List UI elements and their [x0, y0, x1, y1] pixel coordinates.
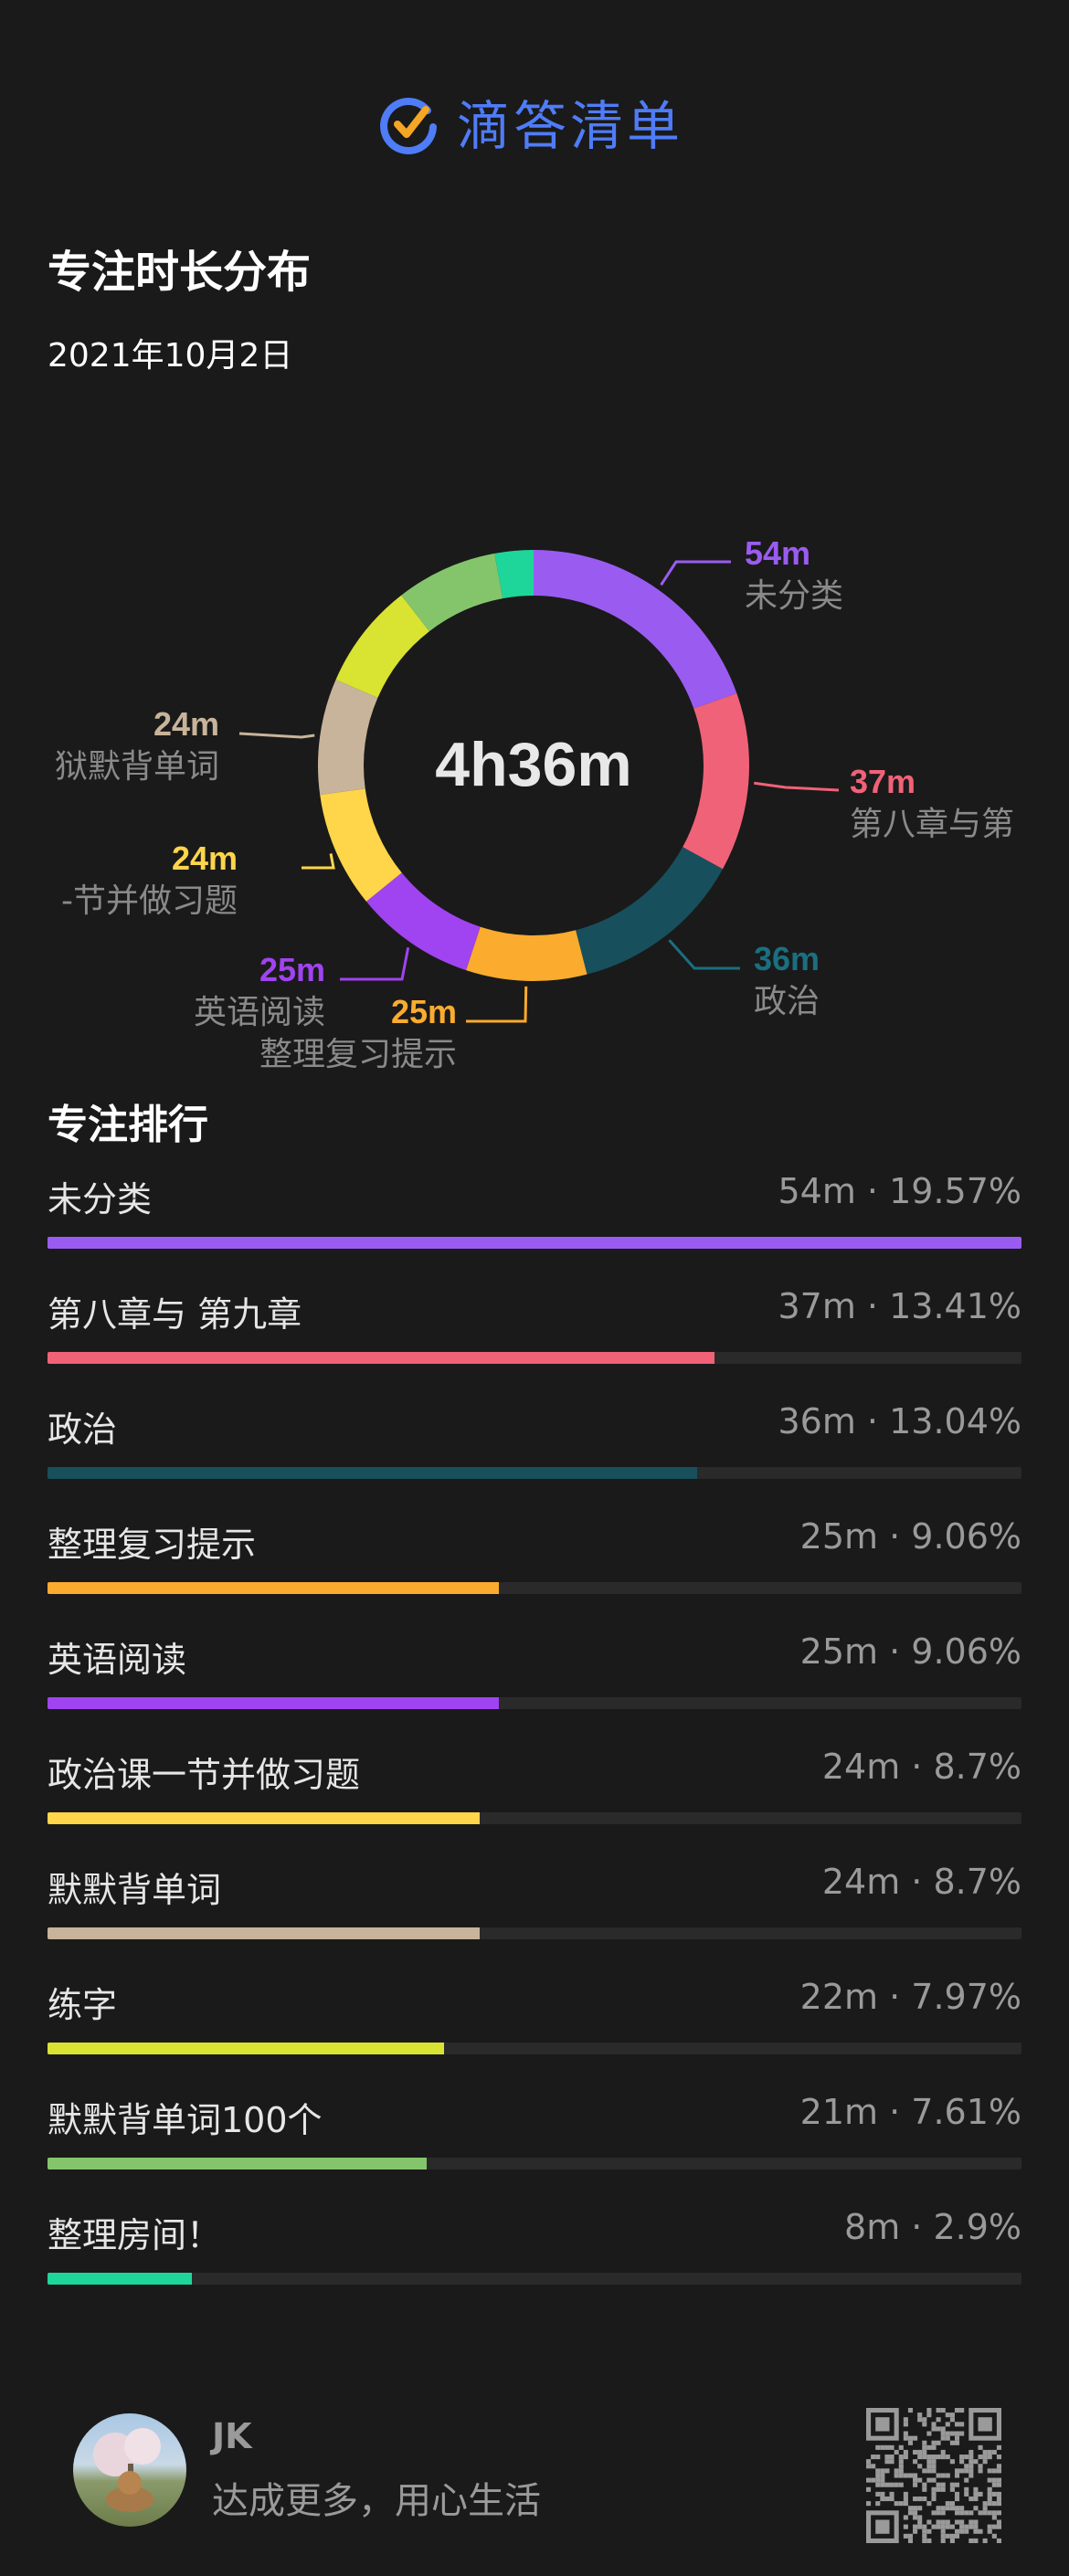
footer: JK 达成更多，用心生活 [0, 2393, 1069, 2576]
app-name: 滴答清单 [457, 95, 684, 157]
check-circle-icon [380, 98, 437, 154]
page-title: 专注时长分布 [48, 247, 312, 298]
slice-value-label: 36m [754, 940, 820, 977]
progress-fill [48, 2273, 192, 2285]
slice-name-label: 狱默背单词 [55, 748, 219, 786]
ranking-name: 整理房间！ [48, 2215, 222, 2255]
ranking-stat: 24m · 8.7% [821, 1747, 1021, 1787]
qr-code-icon [866, 2408, 1001, 2543]
progress-track [48, 1237, 1021, 1249]
donut-slice [466, 926, 587, 981]
ranking-name: 练字 [48, 1985, 118, 2025]
ranking-stat: 21m · 7.61% [799, 2092, 1021, 2132]
ranking-row[interactable]: 政治 36m · 13.04% [48, 1381, 1021, 1496]
slice-name-label: 英语阅读 [194, 994, 325, 1031]
user-name: JK [212, 2416, 252, 2456]
progress-fill [48, 2043, 444, 2054]
progress-track [48, 1697, 1021, 1709]
progress-track [48, 1582, 1021, 1594]
ranking-stat: 37m · 13.41% [778, 1286, 1021, 1326]
slice-value-label: 37m [850, 763, 916, 800]
total-duration: 4h36m [435, 730, 631, 799]
slice-value-label: 24m [172, 839, 238, 877]
ranking-stat: 36m · 13.04% [778, 1401, 1021, 1441]
ranking-row[interactable]: 第八章与 第九章 37m · 13.41% [48, 1266, 1021, 1381]
progress-track [48, 2043, 1021, 2054]
user-slogan: 达成更多，用心生活 [212, 2480, 541, 2522]
ranking-name: 未分类 [48, 1179, 153, 1219]
ranking-name: 整理复习提示 [48, 1525, 257, 1565]
ranking-name: 第八章与 第九章 [48, 1294, 302, 1335]
label-leader-line [668, 939, 740, 970]
progress-fill [48, 1582, 499, 1594]
label-leader-line [302, 853, 335, 870]
progress-track [48, 1352, 1021, 1364]
ranking-row[interactable]: 练字 22m · 7.97% [48, 1957, 1021, 2072]
ranking-name: 英语阅读 [48, 1640, 187, 1680]
progress-track [48, 1927, 1021, 1939]
label-leader-line [238, 732, 315, 739]
app-logo: 滴答清单 [0, 87, 1069, 169]
slice-name-label: -节并做习题 [61, 882, 238, 920]
date-label: 2021年10月2日 [48, 337, 293, 375]
ranking-row[interactable]: 政治课一节并做习题 24m · 8.7% [48, 1726, 1021, 1842]
ranking-stat: 54m · 19.57% [778, 1171, 1021, 1211]
ranking-row[interactable]: 默默背单词100个 21m · 7.61% [48, 2072, 1021, 2187]
ranking-row[interactable]: 英语阅读 25m · 9.06% [48, 1611, 1021, 1726]
ranking-row[interactable]: 默默背单词 24m · 8.7% [48, 1842, 1021, 1957]
ranking-stat: 8m · 2.9% [844, 2207, 1021, 2247]
slice-value-label: 54m [745, 534, 810, 572]
slice-value-label: 25m [259, 951, 325, 988]
ranking-row[interactable]: 整理复习提示 25m · 9.06% [48, 1496, 1021, 1611]
slice-name-label: 未分类 [745, 577, 843, 615]
ranking-row[interactable]: 未分类 54m · 19.57% [48, 1151, 1021, 1266]
donut-slice [576, 847, 724, 975]
label-leader-line [340, 946, 410, 981]
ranking-stat: 25m · 9.06% [799, 1516, 1021, 1557]
progress-fill [48, 1927, 481, 1939]
focus-donut-chart: 54m 未分类 37m 第八章与第 36m 政治 25m 整理复习提示 25m 英语阅读 24m -节… [55, 534, 1014, 1073]
progress-track [48, 2158, 1021, 2170]
progress-fill [48, 1467, 698, 1479]
progress-track [48, 2273, 1021, 2285]
label-leader-line [466, 986, 528, 1023]
progress-fill [48, 2158, 427, 2170]
progress-fill [48, 1352, 715, 1364]
slice-name-label: 整理复习提示 [259, 1036, 457, 1073]
slice-value-label: 25m [391, 993, 457, 1030]
ranking-row[interactable]: 整理房间！ 8m · 2.9% [48, 2187, 1021, 2302]
progress-fill [48, 1237, 1021, 1249]
ranking-title: 专注排行 [48, 1102, 208, 1148]
ranking-name: 政治课一节并做习题 [48, 1755, 361, 1795]
ranking-name: 政治 [48, 1409, 118, 1450]
donut-slice [534, 550, 737, 709]
ranking-stat: 24m · 8.7% [821, 1862, 1021, 1902]
ranking-stat: 22m · 7.97% [799, 1977, 1021, 2017]
progress-fill [48, 1812, 481, 1824]
ranking-stat: 25m · 9.06% [799, 1631, 1021, 1672]
donut-slice [318, 679, 378, 796]
progress-track [48, 1812, 1021, 1824]
progress-fill [48, 1697, 499, 1709]
label-leader-line [754, 781, 840, 792]
slice-value-label: 24m [153, 705, 219, 743]
progress-track [48, 1467, 1021, 1479]
ranking-list: 未分类 54m · 19.57% 第八章与 第九章 37m · 13.41% 政治 36m… [48, 1151, 1021, 2302]
donut-slice [683, 692, 750, 870]
ranking-name: 默默背单词 [48, 1870, 222, 1910]
slice-name-label: 政治 [754, 983, 820, 1020]
slice-name-label: 第八章与第 [850, 806, 1014, 843]
user-avatar [73, 2413, 186, 2527]
ranking-name: 默默背单词100个 [48, 2100, 323, 2140]
label-leader-line [660, 560, 731, 586]
